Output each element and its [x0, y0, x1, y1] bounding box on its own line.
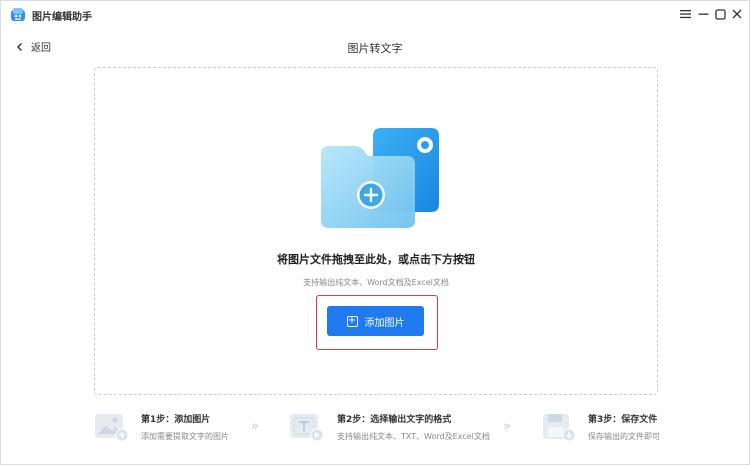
close-icon [732, 9, 742, 19]
step-2-desc: 支持输出纯文本、TXT、Word及Excel文档 [337, 432, 490, 441]
drop-zone[interactable]: 将图片文件拖拽至此处，或点击下方按钮 支持输出纯文本、Word文档及Excel文… [94, 67, 658, 395]
save-icon [543, 414, 576, 442]
page-title: 图片转文字 [347, 42, 403, 55]
app-window: 图片编辑助手 返回 图片转文字 将图片文件拖拽至此处，或点击下方按钮 支持输出纯… [0, 0, 750, 465]
title-bar: 图片编辑助手 [1, 1, 749, 29]
text-format-icon [290, 414, 324, 442]
folder-add-icon [321, 128, 439, 228]
step-1-desc: 添加需要提取文字的图片 [141, 432, 229, 441]
add-image-button[interactable]: + 添加图片 [327, 306, 424, 336]
menu-button[interactable] [676, 5, 694, 23]
plus-square-icon: + [346, 315, 358, 327]
chevron-double-right-icon: » [503, 419, 511, 434]
maximize-button[interactable] [711, 5, 729, 23]
step-2-title: 第2步：选择输出文字的格式 [337, 415, 452, 425]
close-button[interactable] [728, 5, 746, 23]
chevron-double-right-icon: » [251, 419, 259, 434]
drop-subtext: 支持输出纯文本、Word文档及Excel文档 [303, 278, 449, 287]
image-add-icon [95, 414, 129, 442]
step-1-title: 第1步：添加图片 [141, 415, 211, 425]
minimize-button[interactable] [694, 5, 712, 23]
step-3-desc: 保存输出的文件即可 [588, 432, 660, 441]
step-2: 第2步：选择输出文字的格式 支持输出纯文本、TXT、Word及Excel文档 [289, 409, 499, 445]
step-3: 第3步：保存文件 保存输出的文件即可 [541, 409, 711, 445]
app-title: 图片编辑助手 [32, 12, 92, 23]
menu-icon [679, 10, 691, 19]
step-3-title: 第3步：保存文件 [588, 415, 658, 425]
app-logo-icon [11, 8, 25, 21]
drop-instruction: 将图片文件拖拽至此处，或点击下方按钮 [277, 253, 475, 266]
add-image-button-label: 添加图片 [364, 317, 405, 329]
maximize-icon [714, 8, 726, 20]
step-1: 第1步：添加图片 添加需要提取文字的图片 [94, 409, 254, 445]
minimize-icon [698, 13, 708, 15]
